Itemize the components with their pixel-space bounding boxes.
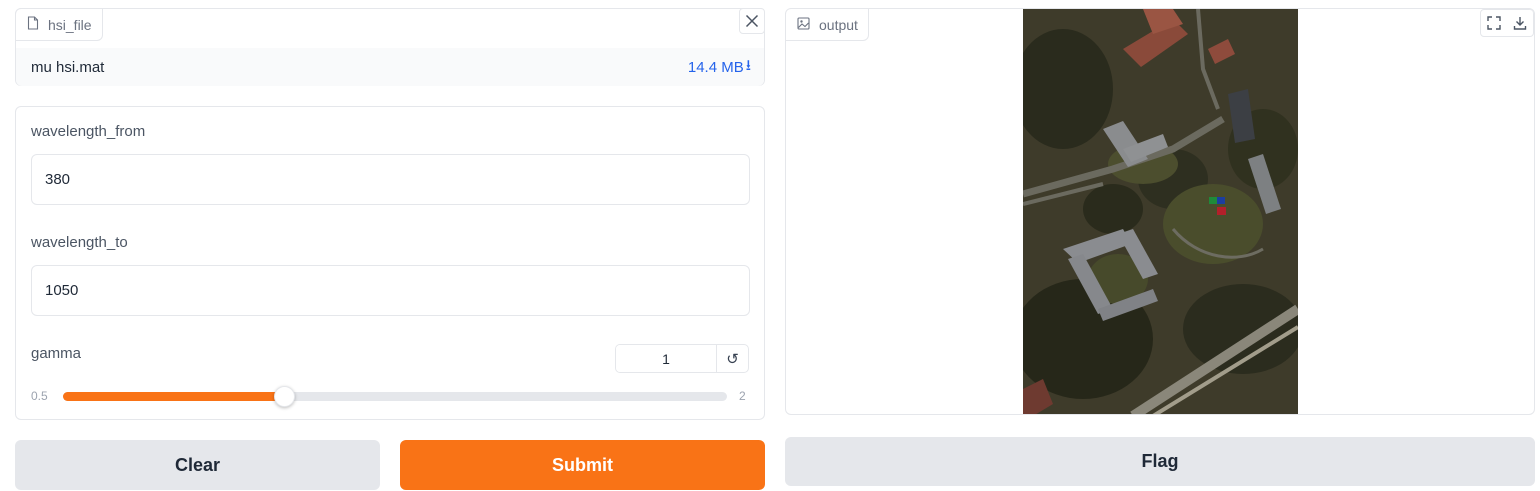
gamma-slider-min: 0.5: [31, 389, 48, 403]
gamma-slider[interactable]: [63, 386, 727, 407]
output-label-text: output: [819, 16, 858, 33]
submit-button[interactable]: Submit: [400, 440, 765, 490]
gamma-reset-button[interactable]: ↺: [717, 345, 748, 372]
close-icon: [745, 14, 759, 28]
uploaded-file-row: mu hsi.mat 14.4 MB ⭳: [16, 48, 764, 86]
fullscreen-button[interactable]: [1481, 10, 1507, 36]
wavelength-from-input[interactable]: [31, 154, 750, 205]
download-image-button[interactable]: [1507, 10, 1533, 36]
file-download-link[interactable]: 14.4 MB ⭳: [688, 55, 751, 80]
fullscreen-icon: [1487, 16, 1501, 30]
download-icon: [1513, 17, 1527, 30]
download-icon: ⭳: [745, 56, 751, 74]
output-image: [1023, 9, 1298, 414]
reset-icon: ↺: [726, 350, 739, 368]
gamma-slider-max: 2: [739, 389, 746, 403]
flag-button[interactable]: Flag: [785, 437, 1535, 486]
file-name: mu hsi.mat: [31, 58, 105, 76]
image-toolbar: [1480, 9, 1534, 37]
file-input-label-text: hsi_file: [48, 16, 92, 33]
file-icon: [27, 16, 39, 33]
file-input-label: hsi_file: [15, 8, 103, 41]
parameters-block: wavelength_from wavelength_to gamma ↺ 0.…: [15, 106, 765, 420]
output-image-block: output: [785, 8, 1535, 415]
wavelength-to-label: wavelength_to: [31, 234, 128, 251]
output-label: output: [786, 9, 869, 41]
gamma-number-box: ↺: [615, 344, 749, 373]
gamma-slider-fill: [63, 392, 285, 401]
wavelength-to-input[interactable]: [31, 265, 750, 316]
gamma-number-input[interactable]: [616, 345, 717, 372]
file-upload-block: hsi_file mu hsi.mat 14.4 MB ⭳: [15, 8, 765, 86]
wavelength-from-label: wavelength_from: [31, 123, 146, 140]
image-icon: [797, 16, 810, 33]
gamma-slider-thumb[interactable]: [274, 386, 296, 407]
clear-file-button[interactable]: [739, 8, 765, 34]
clear-button[interactable]: Clear: [15, 440, 380, 490]
gamma-label: gamma: [31, 345, 82, 362]
file-size: 14.4 MB: [687, 58, 744, 76]
